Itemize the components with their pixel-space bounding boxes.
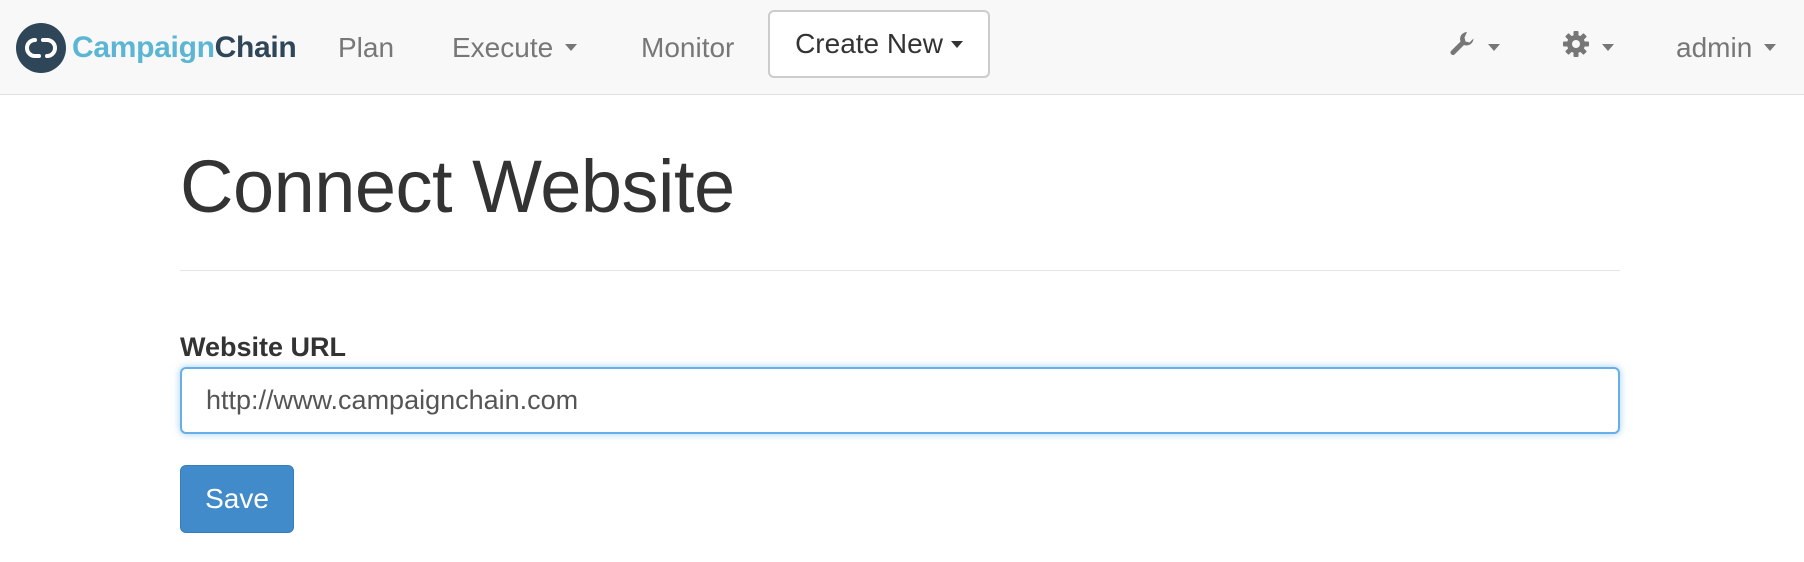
save-button[interactable]: Save xyxy=(180,465,294,533)
chain-link-icon xyxy=(16,23,66,73)
title-divider xyxy=(180,270,1620,271)
caret-down-icon xyxy=(565,44,578,51)
brand-logo-link[interactable]: CampaignChain xyxy=(16,22,297,74)
nav-execute-dropdown[interactable]: Execute xyxy=(452,0,578,95)
caret-down-icon xyxy=(1488,44,1500,51)
nav-plan[interactable]: Plan xyxy=(338,0,394,95)
website-url-input[interactable] xyxy=(180,367,1620,434)
create-new-label: Create New xyxy=(795,28,943,59)
top-navbar: CampaignChain Plan Execute Monitor Creat… xyxy=(0,0,1804,95)
caret-down-icon xyxy=(950,40,963,48)
caret-down-icon xyxy=(1764,44,1777,51)
tools-dropdown[interactable] xyxy=(1448,0,1500,95)
wrench-icon xyxy=(1448,30,1476,65)
nav-monitor-label: Monitor xyxy=(641,31,735,63)
page-title: Connect Website xyxy=(180,145,735,228)
brand-name: CampaignChain xyxy=(72,31,297,64)
nav-execute-label: Execute xyxy=(452,31,554,63)
settings-dropdown[interactable] xyxy=(1562,0,1614,95)
website-url-label: Website URL xyxy=(180,332,347,362)
nav-plan-label: Plan xyxy=(338,31,395,63)
caret-down-icon xyxy=(1602,44,1614,51)
user-menu-label: admin xyxy=(1676,31,1753,63)
nav-monitor[interactable]: Monitor xyxy=(641,0,734,95)
user-menu-dropdown[interactable]: admin xyxy=(1676,0,1777,95)
create-new-button[interactable]: Create New xyxy=(768,10,990,78)
gear-icon xyxy=(1562,30,1590,65)
